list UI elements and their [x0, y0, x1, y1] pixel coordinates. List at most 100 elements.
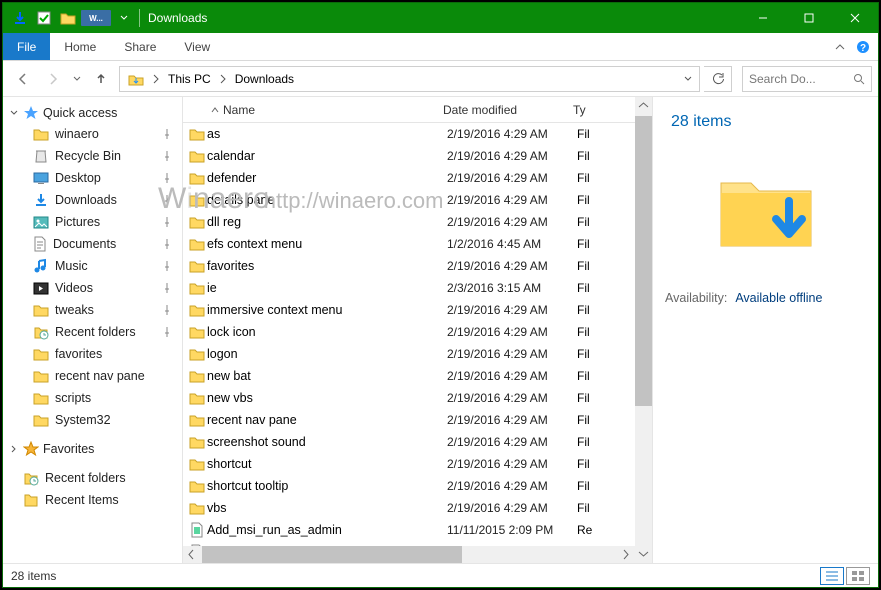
tab-label: Share	[124, 40, 156, 54]
file-row[interactable]: new vbs2/19/2016 4:29 AMFil	[183, 387, 635, 409]
folder-icon	[187, 127, 207, 141]
close-button[interactable]	[832, 3, 878, 33]
file-name: as	[207, 127, 447, 141]
file-list[interactable]: as2/19/2016 4:29 AMFilcalendar2/19/2016 …	[183, 123, 635, 546]
title-bar[interactable]: W... Downloads	[3, 3, 878, 33]
file-row[interactable]: new bat2/19/2016 4:29 AMFil	[183, 365, 635, 387]
sidebar-item[interactable]: Recent Items	[3, 489, 182, 511]
breadcrumb-root-icon[interactable]	[122, 67, 150, 91]
file-row[interactable]: Add_msi_run_as_admin11/11/2015 2:09 PMRe	[183, 519, 635, 541]
file-row[interactable]: recent nav pane2/19/2016 4:29 AMFil	[183, 409, 635, 431]
sidebar-item[interactable]: Recent folders	[3, 467, 182, 489]
sidebar-item[interactable]: Music	[3, 255, 182, 277]
file-row[interactable]: Add_remove_msi_run_as_admin11/11/2015 2:…	[183, 541, 635, 546]
minimize-button[interactable]	[740, 3, 786, 33]
tab-home[interactable]: Home	[50, 33, 110, 60]
sidebar-item[interactable]: favorites	[3, 343, 182, 365]
icons-view-button[interactable]	[846, 567, 870, 585]
file-row[interactable]: lock icon2/19/2016 4:29 AMFil	[183, 321, 635, 343]
column-name[interactable]: Name	[183, 103, 443, 117]
scroll-up-icon[interactable]	[635, 97, 652, 114]
forward-button[interactable]	[39, 65, 67, 93]
back-button[interactable]	[9, 65, 37, 93]
file-row[interactable]: shortcut tooltip2/19/2016 4:29 AMFil	[183, 475, 635, 497]
history-dropdown[interactable]	[69, 65, 85, 93]
file-row[interactable]: vbs2/19/2016 4:29 AMFil	[183, 497, 635, 519]
sidebar-item-label: Downloads	[55, 193, 117, 207]
sidebar-item-label: recent nav pane	[55, 369, 145, 383]
file-row[interactable]: immersive context menu2/19/2016 4:29 AMF…	[183, 299, 635, 321]
up-button[interactable]	[87, 65, 115, 93]
sidebar-item[interactable]: recent nav pane	[3, 365, 182, 387]
address-bar: This PC Downloads Search Do...	[3, 61, 878, 97]
file-row[interactable]: ie2/3/2016 3:15 AMFil	[183, 277, 635, 299]
tab-share[interactable]: Share	[110, 33, 170, 60]
svg-text:?: ?	[860, 43, 866, 54]
favorites-header[interactable]: Favorites	[3, 439, 182, 459]
search-placeholder: Search Do...	[749, 72, 816, 86]
item-count: 28 items	[671, 113, 868, 131]
refresh-button[interactable]	[704, 66, 732, 92]
file-row[interactable]: shortcut2/19/2016 4:29 AMFil	[183, 453, 635, 475]
file-row[interactable]: efs context menu1/2/2016 4:45 AMFil	[183, 233, 635, 255]
ribbon-collapse-icon[interactable]	[834, 41, 846, 53]
column-date[interactable]: Date modified	[443, 103, 573, 117]
horizontal-scrollbar[interactable]	[183, 546, 635, 563]
sidebar-item[interactable]: winaero	[3, 123, 182, 145]
scroll-thumb[interactable]	[202, 546, 462, 563]
navigation-pane[interactable]: Quick access winaeroRecycle BinDesktop Do…	[3, 97, 183, 563]
scroll-thumb[interactable]	[635, 116, 652, 406]
breadcrumb[interactable]: This PC Downloads	[119, 66, 700, 92]
sidebar-item[interactable]: Desktop	[3, 167, 182, 189]
qat-app-icon[interactable]: W...	[81, 10, 111, 26]
tab-label: Home	[64, 40, 96, 54]
folder-icon	[187, 237, 207, 251]
file-type: Fil	[577, 237, 635, 251]
sidebar-item[interactable]: Downloads	[3, 189, 182, 211]
qat-dropdown-icon[interactable]	[113, 7, 135, 29]
status-bar: 28 items	[3, 563, 878, 587]
file-tab[interactable]: File	[3, 33, 50, 60]
search-input[interactable]: Search Do...	[742, 66, 872, 92]
details-view-button[interactable]	[820, 567, 844, 585]
folder-icon	[187, 413, 207, 427]
scroll-down-icon[interactable]	[635, 546, 652, 563]
sidebar-item[interactable]: Recycle Bin	[3, 145, 182, 167]
file-row[interactable]: logon2/19/2016 4:29 AMFil	[183, 343, 635, 365]
file-type: Fil	[577, 259, 635, 273]
recent-icon	[33, 324, 49, 340]
sidebar-item[interactable]: System32	[3, 409, 182, 431]
sidebar-item[interactable]: Documents	[3, 233, 182, 255]
qat-downloads-icon[interactable]	[9, 7, 31, 29]
file-row[interactable]: dll reg2/19/2016 4:29 AMFil	[183, 211, 635, 233]
chevron-right-icon[interactable]	[217, 74, 229, 84]
breadcrumb-segment[interactable]: Downloads	[229, 67, 300, 91]
chevron-right-icon[interactable]	[150, 74, 162, 84]
file-row[interactable]: calendar2/19/2016 4:29 AMFil	[183, 145, 635, 167]
column-type[interactable]: Ty	[573, 103, 635, 117]
sidebar-item[interactable]: Pictures	[3, 211, 182, 233]
help-icon[interactable]: ?	[856, 40, 870, 54]
breadcrumb-dropdown[interactable]	[679, 74, 697, 84]
file-row[interactable]: as2/19/2016 4:29 AMFil	[183, 123, 635, 145]
scroll-right-icon[interactable]	[618, 546, 635, 563]
file-row[interactable]: details pane2/19/2016 4:29 AMFil	[183, 189, 635, 211]
tab-view[interactable]: View	[170, 33, 224, 60]
file-name: shortcut tooltip	[207, 479, 447, 493]
qat-checkbox-icon[interactable]	[33, 7, 55, 29]
file-row[interactable]: favorites2/19/2016 4:29 AMFil	[183, 255, 635, 277]
sidebar-item[interactable]: scripts	[3, 387, 182, 409]
sidebar-item[interactable]: tweaks	[3, 299, 182, 321]
sidebar-item-label: Documents	[53, 237, 116, 251]
sidebar-item[interactable]: Videos	[3, 277, 182, 299]
vertical-scrollbar[interactable]	[635, 97, 652, 563]
maximize-button[interactable]	[786, 3, 832, 33]
sidebar-item[interactable]: Recent folders	[3, 321, 182, 343]
scroll-left-icon[interactable]	[183, 546, 200, 563]
quick-access-header[interactable]: Quick access	[3, 103, 182, 123]
qat-folder-icon[interactable]	[57, 7, 79, 29]
file-row[interactable]: defender2/19/2016 4:29 AMFil	[183, 167, 635, 189]
column-headers[interactable]: Name Date modified Ty	[183, 97, 635, 123]
breadcrumb-segment[interactable]: This PC	[162, 67, 217, 91]
file-row[interactable]: screenshot sound2/19/2016 4:29 AMFil	[183, 431, 635, 453]
